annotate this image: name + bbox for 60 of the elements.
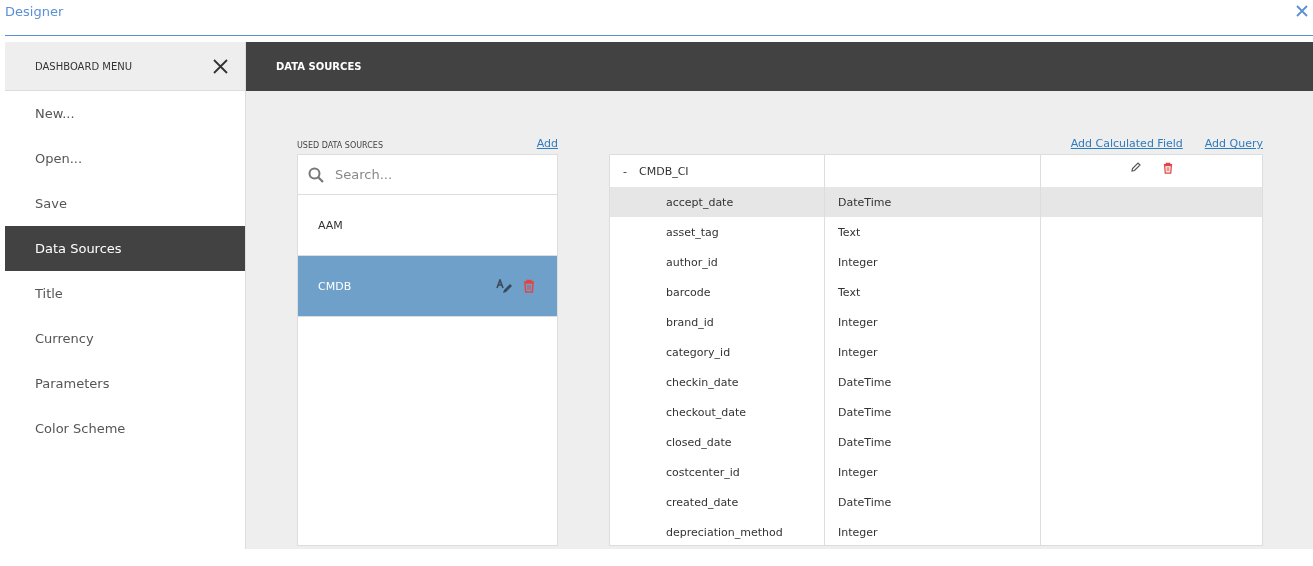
field-type: Integer: [838, 345, 878, 359]
sidebar-item[interactable]: Save: [5, 181, 245, 226]
sidebar-item[interactable]: Color Scheme: [5, 406, 245, 451]
query-name: CMDB_CI: [639, 164, 689, 178]
data-source-name: AAM: [318, 218, 343, 232]
field-name: created_date: [666, 495, 739, 509]
field-type: Integer: [838, 255, 878, 269]
field-row[interactable]: costcenter_id Integer: [610, 457, 1262, 487]
field-row[interactable]: depreciation_method Integer: [610, 517, 1262, 545]
field-name: asset_tag: [666, 225, 719, 239]
field-row[interactable]: created_date DateTime: [610, 487, 1262, 517]
field-name: category_id: [666, 345, 731, 359]
field-name: closed_date: [666, 435, 732, 449]
field-name: barcode: [666, 285, 711, 299]
field-name: checkin_date: [666, 375, 739, 389]
field-row[interactable]: barcode Text: [610, 277, 1262, 307]
field-type: Integer: [838, 465, 878, 479]
collapse-toggle[interactable]: -: [623, 164, 627, 178]
field-row[interactable]: brand_id Integer: [610, 307, 1262, 337]
field-type: DateTime: [838, 375, 892, 389]
field-name: brand_id: [666, 315, 714, 329]
sidebar-item[interactable]: Currency: [5, 316, 245, 361]
field-row[interactable]: closed_date DateTime: [610, 427, 1262, 457]
field-name: accept_date: [666, 195, 734, 209]
action-link[interactable]: Add Calculated Field: [1070, 137, 1183, 150]
field-type: DateTime: [838, 435, 892, 449]
field-name: author_id: [666, 255, 718, 269]
rename-icon[interactable]: [496, 278, 513, 294]
sidebar-item[interactable]: Data Sources: [5, 226, 245, 271]
sidebar-item[interactable]: New...: [5, 91, 245, 136]
pencil-icon[interactable]: [1130, 162, 1141, 172]
sidebar-item[interactable]: Title: [5, 271, 245, 316]
field-name: depreciation_method: [666, 525, 783, 539]
field-name: costcenter_id: [666, 465, 740, 479]
field-row[interactable]: accept_date DateTime: [610, 187, 1262, 217]
field-name: checkout_date: [666, 405, 747, 419]
close-icon[interactable]: [213, 58, 228, 74]
section-label: USED DATA SOURCES: [297, 141, 383, 150]
field-row[interactable]: asset_tag Text: [610, 217, 1262, 247]
data-source-name: CMDB: [318, 279, 352, 293]
field-type: Text: [838, 225, 861, 239]
field-row[interactable]: checkout_date DateTime: [610, 397, 1262, 427]
trash-icon[interactable]: [1162, 162, 1173, 174]
field-type: DateTime: [838, 195, 892, 209]
search-icon: [308, 166, 324, 183]
action-link[interactable]: Add Query: [1204, 137, 1263, 150]
field-row[interactable]: author_id Integer: [610, 247, 1262, 277]
window-title: Designer: [5, 4, 64, 19]
field-type: Text: [838, 285, 861, 299]
field-row[interactable]: checkin_date DateTime: [610, 367, 1262, 397]
field-type: DateTime: [838, 405, 892, 419]
field-type: DateTime: [838, 495, 892, 509]
sidebar-item[interactable]: Open...: [5, 136, 245, 181]
field-type: Integer: [838, 525, 878, 539]
sidebar-item[interactable]: Parameters: [5, 361, 245, 406]
add-link[interactable]: Add: [536, 137, 558, 150]
field-type: Integer: [838, 315, 878, 329]
panel-title: DATA SOURCES: [276, 61, 362, 72]
field-row[interactable]: category_id Integer: [610, 337, 1262, 367]
sidebar-title: DASHBOARD MENU: [35, 60, 133, 72]
